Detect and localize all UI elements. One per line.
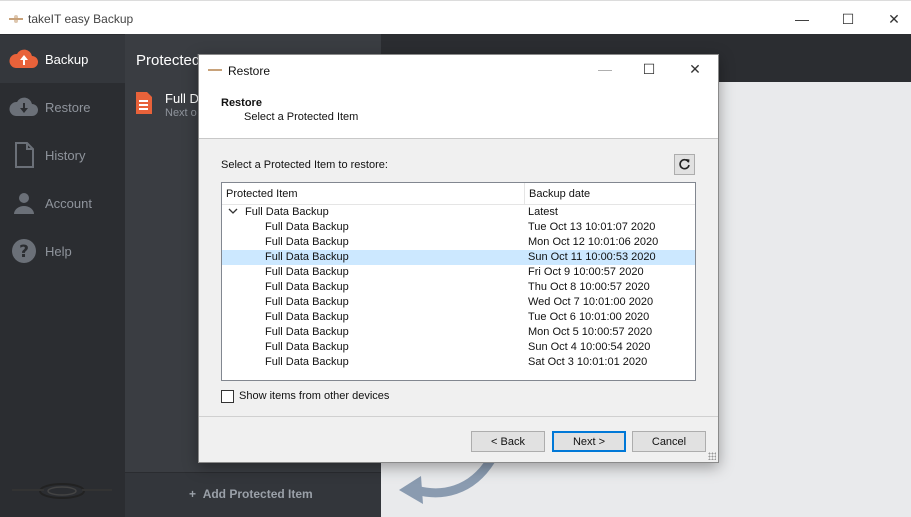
row-name: Full Data Backup [265, 341, 349, 353]
add-protected-item-bar[interactable]: + Add Protected Item [125, 472, 381, 517]
sidebar-item-restore[interactable]: Restore [0, 83, 125, 131]
minimize-icon: — [598, 61, 612, 77]
tree-header: Protected Item Backup date [222, 183, 695, 205]
row-date: Fri Oct 9 10:00:57 2020 [528, 266, 644, 278]
refresh-button[interactable] [674, 154, 695, 175]
row-date: Sun Oct 11 10:00:53 2020 [528, 251, 656, 263]
sidebar-item-label: Restore [45, 99, 91, 115]
row-date: Tue Oct 13 10:01:07 2020 [528, 221, 656, 233]
chevron-down-icon[interactable] [228, 205, 238, 217]
document-icon [135, 91, 153, 115]
show-other-devices-label[interactable]: Show items from other devices [239, 390, 389, 402]
sidebar-item-label: Backup [45, 51, 89, 67]
add-protected-item-label: Add Protected Item [202, 487, 313, 501]
minimize-icon[interactable]: — [792, 9, 812, 29]
sidebar-item-account[interactable]: Account [0, 179, 125, 227]
dialog-titlebar: Restore — ☐ ✕ [199, 55, 718, 85]
document-icon [9, 140, 39, 170]
sidebar-item-label: History [45, 147, 86, 163]
sidebar-item-label: Account [45, 195, 92, 211]
maximize-icon[interactable]: ☐ [639, 59, 659, 79]
table-row-selected[interactable]: Full Data Backup Sun Oct 11 10:00:53 2020 [222, 250, 695, 265]
row-date: Mon Oct 12 10:01:06 2020 [528, 236, 659, 248]
show-other-devices-checkbox[interactable] [221, 389, 234, 403]
row-date: Mon Oct 5 10:00:57 2020 [528, 326, 653, 338]
row-date: Sat Oct 3 10:01:01 2020 [528, 356, 648, 368]
row-name: Full Data Backup [265, 281, 349, 293]
row-name: Full Data Backup [265, 326, 349, 338]
row-name: Full Data Backup [265, 356, 349, 368]
app-icon [9, 15, 23, 23]
table-row[interactable]: Full Data Backup Mon Oct 12 10:01:06 2020 [222, 235, 695, 250]
close-icon[interactable]: ✕ [884, 9, 904, 29]
row-name: Full Data Backup [245, 206, 329, 218]
table-row[interactable]: Full Data Backup Sun Oct 4 10:00:54 2020 [222, 340, 695, 355]
column-divider[interactable] [524, 183, 525, 205]
svg-text:?: ? [19, 242, 29, 262]
resize-grip-icon[interactable] [708, 452, 716, 460]
add-protected-item-button[interactable]: + Add Protected Item [189, 487, 313, 501]
maximize-icon[interactable]: ☐ [838, 9, 858, 29]
window-titlebar: takeIT easy Backup — ☐ ✕ [0, 0, 911, 34]
cloud-upload-icon [9, 44, 39, 74]
row-name: Full Data Backup [265, 266, 349, 278]
table-row[interactable]: Full Data Backup Tue Oct 6 10:01:00 2020 [222, 310, 695, 325]
column-header-backup-date[interactable]: Backup date [529, 188, 590, 200]
row-date: Latest [528, 206, 558, 218]
restore-dialog: Restore — ☐ ✕ Restore Select a Protected… [198, 54, 719, 463]
show-other-devices-option[interactable]: Show items from other devices [221, 389, 389, 403]
table-row[interactable]: Full Data Backup Tue Oct 13 10:01:07 2020 [222, 220, 695, 235]
row-name: Full Data Backup [265, 311, 349, 323]
sidebar-item-help[interactable]: ? Help [0, 227, 125, 275]
sidebar-item-history[interactable]: History [0, 131, 125, 179]
sidebar-item-label: Help [45, 243, 72, 259]
refresh-icon [679, 158, 690, 170]
row-date: Sun Oct 4 10:00:54 2020 [528, 341, 651, 353]
window-title: takeIT easy Backup [28, 12, 134, 26]
table-row[interactable]: Full Data Backup Thu Oct 8 10:00:57 2020 [222, 280, 695, 295]
row-name: Full Data Backup [265, 221, 349, 233]
sidebar: Backup Restore History Account ? Help [0, 34, 125, 517]
dialog-title: Restore [228, 64, 271, 78]
wizard-step-subtitle: Select a Protected Item [244, 111, 359, 123]
column-header-protected-item[interactable]: Protected Item [226, 188, 298, 200]
company-logo [10, 476, 115, 506]
sidebar-item-backup[interactable]: Backup [0, 35, 125, 83]
select-prompt: Select a Protected Item to restore: [221, 159, 388, 171]
app-icon [208, 69, 222, 71]
help-icon: ? [9, 236, 39, 266]
next-button[interactable]: Next > [552, 431, 626, 452]
cancel-button[interactable]: Cancel [632, 431, 706, 452]
row-date: Thu Oct 8 10:00:57 2020 [528, 281, 650, 293]
wizard-step-title: Restore [221, 97, 262, 109]
table-row[interactable]: Full Data Backup Sat Oct 3 10:01:01 2020 [222, 355, 695, 370]
row-name: Full Data Backup [265, 251, 349, 263]
close-icon[interactable]: ✕ [685, 59, 705, 79]
table-row[interactable]: Full Data Backup Wed Oct 7 10:01:00 2020 [222, 295, 695, 310]
back-button[interactable]: < Back [471, 431, 545, 452]
row-name: Full Data Backup [265, 296, 349, 308]
wizard-header: Restore Select a Protected Item [199, 85, 718, 139]
user-icon [9, 188, 39, 218]
row-date: Wed Oct 7 10:01:00 2020 [528, 296, 654, 308]
tree-parent-row[interactable]: Full Data Backup Latest [222, 205, 695, 220]
protected-item-next: Next o [165, 107, 197, 119]
row-date: Tue Oct 6 10:01:00 2020 [528, 311, 650, 323]
cloud-download-icon [9, 92, 39, 122]
table-row[interactable]: Full Data Backup Mon Oct 5 10:00:57 2020 [222, 325, 695, 340]
protected-items-tree[interactable]: Protected Item Backup date Full Data Bac… [221, 182, 696, 381]
divider [199, 416, 718, 417]
table-row[interactable]: Full Data Backup Fri Oct 9 10:00:57 2020 [222, 265, 695, 280]
row-name: Full Data Backup [265, 236, 349, 248]
